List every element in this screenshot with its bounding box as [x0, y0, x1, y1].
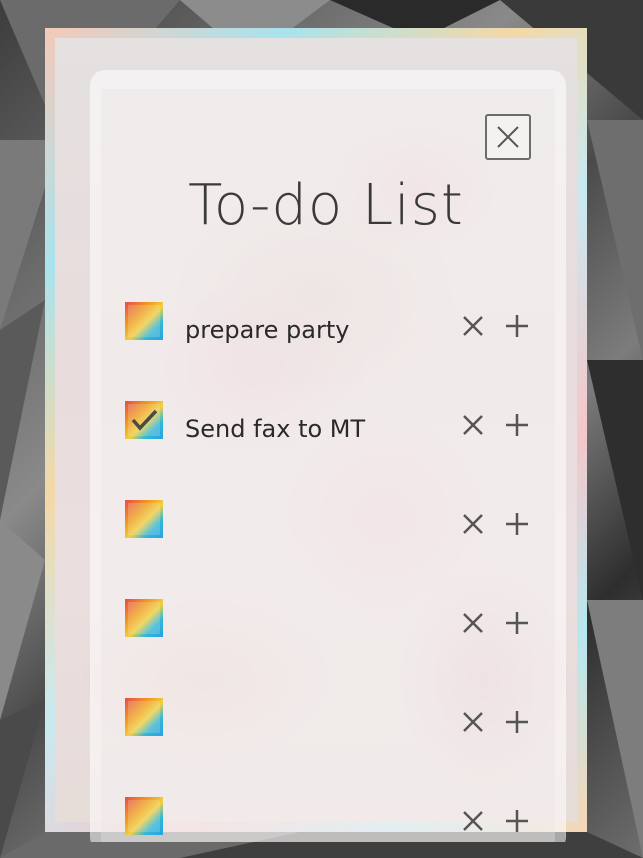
plus-icon: [506, 711, 528, 733]
task-text[interactable]: prepare party: [185, 316, 349, 344]
delete-task-button[interactable]: [459, 510, 487, 538]
task-text[interactable]: Send fax to MT: [185, 415, 365, 443]
todo-row: Send fax to MT: [125, 401, 528, 447]
task-checkbox[interactable]: [125, 698, 163, 736]
todo-row: [125, 500, 528, 546]
plus-icon: [506, 414, 528, 436]
delete-task-button[interactable]: [459, 411, 487, 439]
add-task-button[interactable]: [503, 510, 531, 538]
todo-row: [125, 599, 528, 645]
times-icon: [463, 613, 483, 633]
task-checkbox[interactable]: [125, 302, 163, 340]
close-icon: [497, 126, 519, 148]
delete-task-button[interactable]: [459, 708, 487, 736]
add-task-button[interactable]: [503, 312, 531, 340]
delete-task-button[interactable]: [459, 807, 487, 835]
app-frame: To-do List prepare party Send fax to MT: [45, 28, 587, 842]
add-task-button[interactable]: [503, 807, 531, 835]
times-icon: [463, 415, 483, 435]
add-task-button[interactable]: [503, 708, 531, 736]
todo-row: prepare party: [125, 302, 528, 348]
times-icon: [463, 811, 483, 831]
times-icon: [463, 316, 483, 336]
plus-icon: [506, 315, 528, 337]
page-title: To-do List: [188, 173, 464, 238]
task-checkbox[interactable]: [125, 599, 163, 637]
add-task-button[interactable]: [503, 411, 531, 439]
todo-row: [125, 698, 528, 744]
add-task-button[interactable]: [503, 609, 531, 637]
times-icon: [463, 712, 483, 732]
task-checkbox[interactable]: [125, 500, 163, 538]
delete-task-button[interactable]: [459, 609, 487, 637]
task-checkbox-checked[interactable]: [125, 401, 163, 439]
task-checkbox[interactable]: [125, 797, 163, 835]
delete-task-button[interactable]: [459, 312, 487, 340]
checkmark-icon: [131, 409, 158, 431]
plus-icon: [506, 612, 528, 634]
times-icon: [463, 514, 483, 534]
todo-row: [125, 797, 528, 842]
close-button[interactable]: [485, 114, 531, 160]
plus-icon: [506, 810, 528, 832]
plus-icon: [506, 513, 528, 535]
